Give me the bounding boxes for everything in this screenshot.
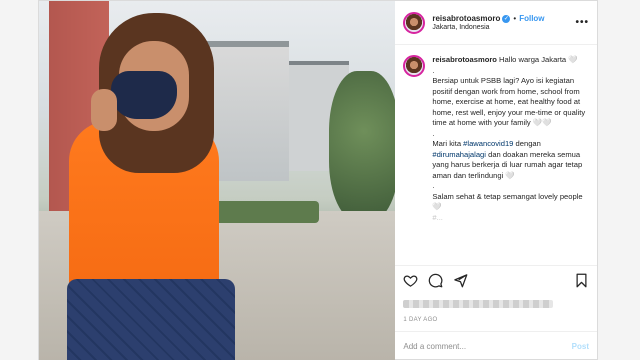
location-link[interactable]: Jakarta, Indonesia <box>432 24 575 31</box>
post-photo[interactable] <box>39 1 396 360</box>
face-mask <box>111 71 177 119</box>
heart-icon[interactable] <box>403 273 418 288</box>
post-button[interactable]: Post <box>572 342 589 351</box>
verified-badge-icon: ✓ <box>502 14 511 23</box>
more-options-icon[interactable]: ••• <box>575 17 589 28</box>
hedge <box>209 201 319 223</box>
quilted-clutch-bag <box>67 279 235 360</box>
hashtag-dirumahajalagi[interactable]: #dirumahajalagi <box>432 150 486 159</box>
caption-dot-2: . <box>432 128 435 138</box>
caption-p2-prefix: Mari kita <box>432 139 464 148</box>
caption-area: reisabrotoasmoro Hallo warga Jakarta 🤍 .… <box>395 45 597 265</box>
likes-row <box>395 295 597 313</box>
header-info: reisabrotoasmoro ✓ • Follow Jakarta, Ind… <box>432 14 575 31</box>
caption-paragraph-3: Salam sehat & tetap semangat lovely peop… <box>432 191 583 212</box>
caption-p2-mid: dengan <box>513 139 541 148</box>
post-header: reisabrotoasmoro ✓ • Follow Jakarta, Ind… <box>395 1 597 45</box>
post-date: 1 DAY AGO <box>403 317 438 323</box>
bookmark-icon[interactable] <box>574 273 589 288</box>
separator-dot: • <box>513 14 517 23</box>
hashtag-lawancovid19[interactable]: #lawancovid19 <box>463 139 513 148</box>
header-row: reisabrotoasmoro ✓ • Follow <box>432 14 575 23</box>
likes-count-blurred <box>403 300 554 308</box>
action-bar <box>395 265 597 295</box>
share-icon[interactable] <box>453 273 468 288</box>
caption-avatar[interactable] <box>403 55 426 77</box>
comment-input[interactable]: Add a comment... <box>403 342 571 351</box>
caption-username[interactable]: reisabrotoasmoro <box>432 55 497 64</box>
avatar[interactable] <box>403 11 426 34</box>
follow-button[interactable]: Follow <box>519 14 544 23</box>
username-link[interactable]: reisabrotoasmoro <box>432 14 500 23</box>
caption-dot-1: . <box>432 65 435 75</box>
caption-faded-line: #... <box>432 212 443 222</box>
caption-greeting: Hallo warga Jakarta 🤍 <box>496 55 578 64</box>
caption-paragraph-2: Mari kita #lawancovid19 dengan #dirumaha… <box>432 139 589 181</box>
tree <box>329 71 396 221</box>
person-hand <box>91 89 117 131</box>
comment-icon[interactable] <box>428 273 443 288</box>
caption-dot-3: . <box>432 181 435 190</box>
comment-box: Add a comment... Post <box>395 331 597 360</box>
caption-text: reisabrotoasmoro Hallo warga Jakarta 🤍 .… <box>432 55 589 265</box>
instagram-post-embed: reisabrotoasmoro ✓ • Follow Jakarta, Ind… <box>38 0 598 360</box>
caption-paragraph-1: Bersiap untuk PSBB lagi? Ayo isi kegiata… <box>432 76 586 127</box>
post-sidebar: reisabrotoasmoro ✓ • Follow Jakarta, Ind… <box>395 1 597 360</box>
caption-first-line: reisabrotoasmoro Hallo warga Jakarta 🤍 <box>432 55 589 66</box>
